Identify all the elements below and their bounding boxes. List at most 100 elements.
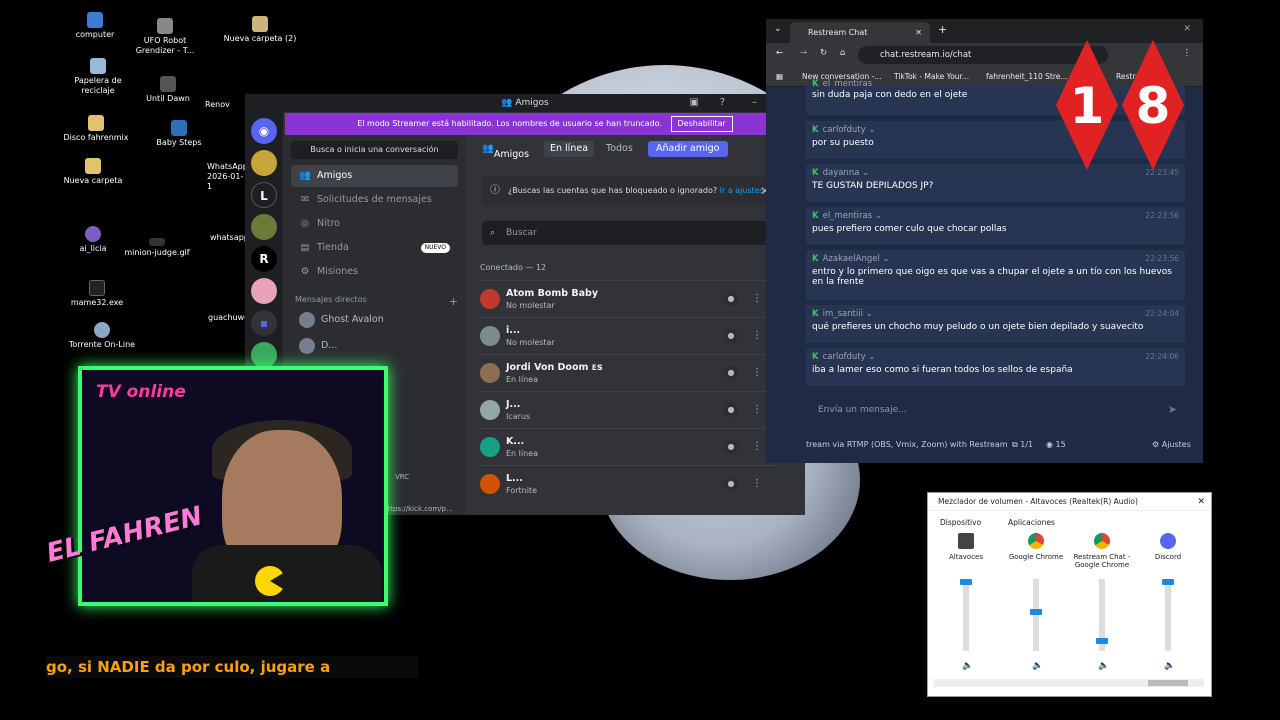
volume-slider[interactable] [1030,579,1042,651]
speaker-icon[interactable]: 🔈 [962,661,973,671]
nav-nitro[interactable]: ◎ Nitro [291,213,458,235]
settings-button[interactable]: ⚙ Ajustes [1152,435,1191,455]
speaker-icon[interactable]: 🔈 [1098,661,1109,671]
tab-search-icon[interactable]: ⌄ [774,24,782,34]
slider-thumb[interactable] [1096,638,1108,644]
friend-row[interactable]: Atom Bomb Baby No molestar ● ⋮ [478,280,778,317]
scrollbar-thumb[interactable] [1148,680,1188,686]
nav-misiones[interactable]: ⚙ Misiones [291,261,458,283]
nav-message-requests[interactable]: ✉ Solicitudes de mensajes [291,189,458,211]
desktop-icon-disco-fahrenmix[interactable]: Disco fahrenmix [56,115,136,143]
server-icon[interactable]: R [251,246,277,272]
message-icon[interactable]: ● [724,477,738,491]
volume-slider[interactable] [1096,579,1108,651]
disable-streamer-button[interactable]: Deshabilitar [670,116,733,132]
apps-icon[interactable]: ▦ [776,67,783,87]
settings-link[interactable]: Ir a ajustes [720,186,764,195]
message-icon[interactable]: ● [724,403,738,417]
horizontal-scrollbar[interactable] [934,679,1204,687]
desktop-icon-ufo-robot[interactable]: UFO Robot Grendizer - T... [125,18,205,56]
slider-thumb[interactable] [1030,609,1042,615]
viewers-count: ◉ 15 [1046,440,1066,449]
chat-message: Kim_santiii ⌄ 22:24:04 qué prefieres un ch… [806,305,1185,343]
desktop-icon-papelera[interactable]: Papelera de reciclaje [58,58,138,96]
tab-all[interactable]: Todos [606,141,633,157]
friend-row[interactable]: K... En línea ● ⋮ [478,428,778,465]
avatar [480,363,500,383]
desktop-icon-guachuwe[interactable]: guachuwe [208,313,245,323]
close-button[interactable]: ✕ [1197,493,1205,511]
device-header: Dispositivo [940,518,982,527]
desktop-icon-baby-steps[interactable]: Baby Steps [139,120,219,148]
more-icon[interactable]: ⋮ [750,329,764,343]
minimize-button[interactable]: – [752,94,757,112]
desktop-icon-minion-judge[interactable]: minion-judge.gif [117,238,197,258]
friend-row[interactable]: i... No molestar ● ⋮ [478,317,778,354]
message-icon[interactable]: ● [724,366,738,380]
friend-row[interactable]: L... Fortnite ● ⋮ [478,465,778,502]
send-icon[interactable]: ➤ [1168,399,1177,421]
desktop-icon-whatsapp[interactable]: whatsapp [210,233,245,243]
more-icon[interactable]: ⋮ [750,292,764,306]
desktop-icon-nueva-carpeta-2[interactable]: Nueva carpeta (2) [220,16,300,44]
folder-icon [88,115,104,131]
desktop-icon-computer[interactable]: computer [55,12,135,40]
slider-thumb[interactable] [960,579,972,585]
friend-row[interactable]: Jordi Von Doom ᴇꜱ En línea ● ⋮ [478,354,778,391]
desktop-icon-renov[interactable]: Renov [205,100,245,110]
url-input[interactable]: chat.restream.io/chat [858,46,1108,64]
server-icon[interactable] [251,214,277,240]
dm-item[interactable]: D... [291,334,458,358]
tab-online[interactable]: En línea [544,141,595,157]
dm-item[interactable]: Ghost Avalon [291,308,458,332]
desktop-icon-nueva-carpeta[interactable]: Nueva carpeta [53,158,133,186]
desktop-icon-mame32[interactable]: mame32.exe [57,280,137,308]
tab-restream-chat[interactable]: Restream Chat ✕ [790,22,930,43]
video-file-icon [157,18,173,34]
slider-thumb[interactable] [1162,579,1174,585]
more-icon[interactable]: ⋮ [750,366,764,380]
chat-message-input[interactable]: Envía un mensaje... ➤ [806,399,1185,421]
new-badge: NUEVO [420,243,450,253]
server-icon[interactable]: L [251,182,277,208]
forward-icon[interactable]: → [800,48,807,58]
desktop-icon-whatsapp-file[interactable]: WhatsApp 2026-01-1 [207,162,247,192]
more-icon[interactable]: ⋮ [750,403,764,417]
friend-search-input[interactable]: ⌕ Buscar [482,221,792,245]
message-icon[interactable]: ● [724,329,738,343]
menu-icon[interactable]: ⋮ [1183,48,1192,58]
volume-slider[interactable] [960,579,972,651]
discord-home-icon[interactable]: ◉ [251,118,277,144]
nav-tienda[interactable]: ▤ Tienda NUEVO [291,237,458,259]
server-icon[interactable] [251,150,277,176]
friend-row[interactable]: J... Icarus ● ⋮ [478,391,778,428]
close-window-icon[interactable]: ✕ [1183,24,1191,34]
server-icon[interactable] [251,342,277,368]
desktop-icon-until-dawn[interactable]: Until Dawn [128,76,208,104]
home-icon[interactable]: ⌂ [840,48,845,58]
back-icon[interactable]: ← [776,48,783,58]
message-icon[interactable]: ● [724,440,738,454]
online-count: Conectado — 12 [480,263,547,272]
help-icon[interactable]: ? [720,94,725,112]
add-dm-icon[interactable]: + [449,295,458,308]
window-title: Amigos [515,98,549,108]
speaker-icon[interactable]: 🔈 [1032,661,1043,671]
volume-slider[interactable] [1162,579,1174,651]
speaker-icon[interactable]: 🔈 [1164,661,1175,671]
close-tab-icon[interactable]: ✕ [915,22,922,43]
desktop-icon-torrente[interactable]: Torrente On-Line [62,322,142,350]
more-icon[interactable]: ⋮ [750,440,764,454]
more-icon[interactable]: ⋮ [750,477,764,491]
folder-icon[interactable]: ▪ [251,310,277,336]
reload-icon[interactable]: ↻ [820,48,827,58]
add-friend-button[interactable]: Añadir amigo [648,141,728,157]
new-tab-icon[interactable]: + [938,23,947,36]
avatar [480,474,500,494]
message-icon[interactable]: ● [724,292,738,306]
conversation-search[interactable]: Busca o inicia una conversación [291,141,458,159]
inbox-icon[interactable]: ▣ [690,94,699,112]
nav-amigos[interactable]: 👥 Amigos [291,165,458,187]
image-file-icon [149,238,165,246]
server-icon[interactable] [251,278,277,304]
